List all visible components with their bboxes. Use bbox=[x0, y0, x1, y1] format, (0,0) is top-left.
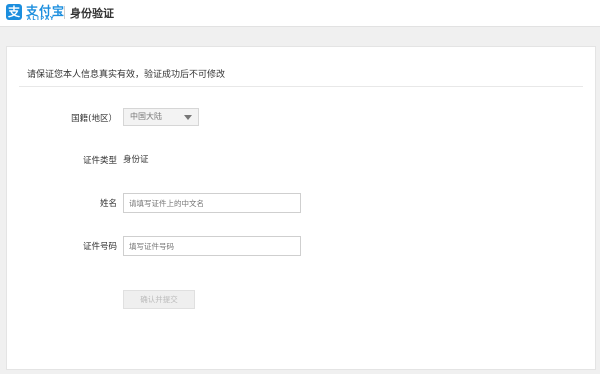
alipay-logo-subtext: ALIPAY bbox=[27, 16, 56, 22]
name-input[interactable] bbox=[123, 193, 301, 213]
header-divider bbox=[64, 6, 65, 19]
submit-button[interactable]: 确认并提交 bbox=[123, 290, 195, 309]
notice-text: 请保证您本人信息真实有效，验证成功后不可修改 bbox=[27, 70, 226, 80]
verification-card: 请保证您本人信息真实有效，验证成功后不可修改 国籍(地区） 中国大陆 证件类型 … bbox=[6, 46, 596, 370]
nationality-selected-value: 中国大陆 bbox=[130, 112, 162, 121]
cert-type-value: 身份证 bbox=[123, 155, 149, 165]
name-label: 姓名 bbox=[99, 199, 117, 209]
cert-number-input[interactable] bbox=[123, 236, 301, 256]
page-title: 身份验证 bbox=[70, 7, 114, 20]
nationality-select[interactable]: 中国大陆 bbox=[123, 108, 199, 126]
chevron-down-icon bbox=[184, 115, 192, 120]
card-divider bbox=[19, 86, 583, 87]
nationality-label: 国籍(地区） bbox=[71, 114, 117, 124]
cert-type-label: 证件类型 bbox=[82, 156, 117, 166]
top-bar: 支 支付宝 ALIPAY 身份验证 bbox=[0, 0, 600, 27]
alipay-logo-icon[interactable]: 支 bbox=[6, 4, 22, 20]
cert-number-label: 证件号码 bbox=[82, 242, 117, 252]
